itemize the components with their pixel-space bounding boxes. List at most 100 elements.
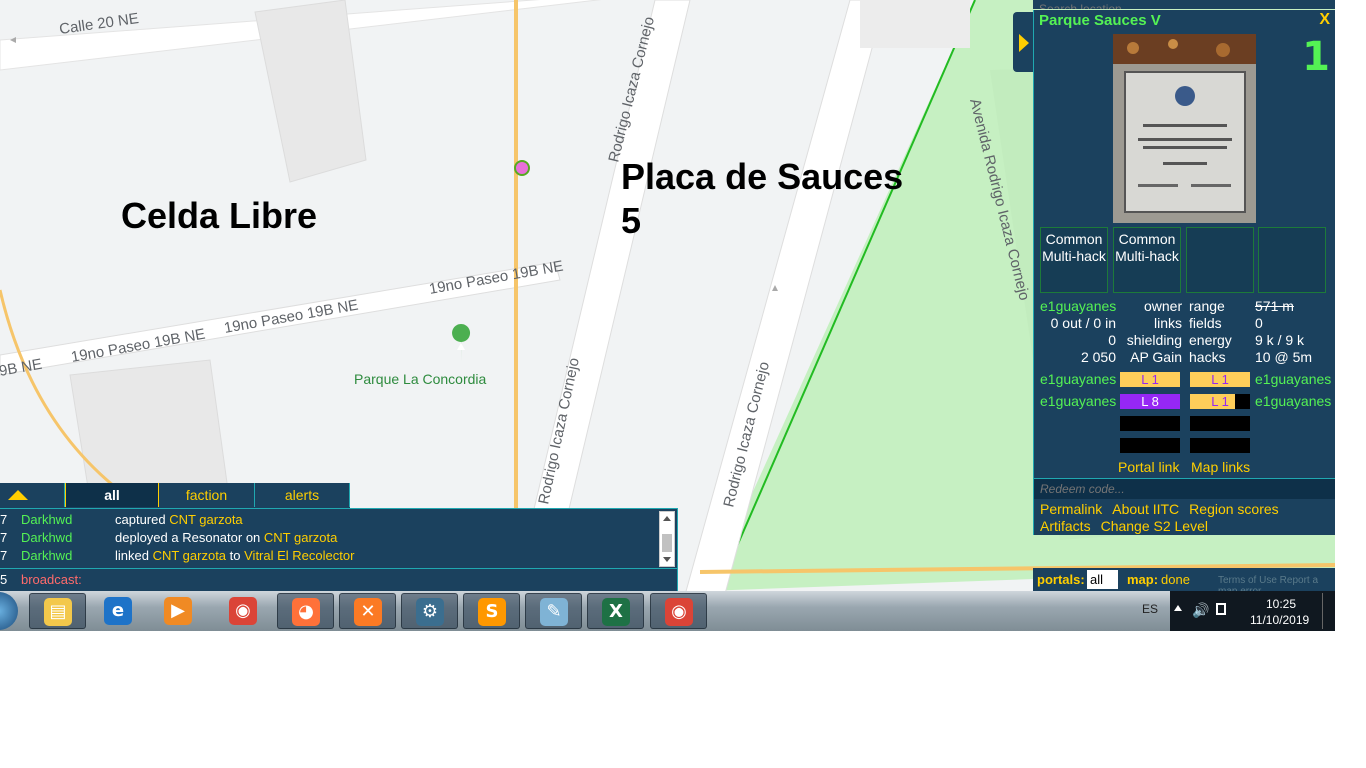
internet-explorer-icon: e <box>104 597 132 625</box>
language-indicator[interactable]: ES <box>1142 602 1158 616</box>
search-input[interactable] <box>1037 1 1291 9</box>
chat-portal-link[interactable]: CNT garzota <box>264 530 337 545</box>
chat-log: 7 Darkhwd captured CNT garzota 7 Darkhwd… <box>0 508 678 569</box>
permalink-link[interactable]: Permalink <box>1040 501 1102 517</box>
portal-marker[interactable] <box>514 160 530 176</box>
chat-player[interactable]: Darkhwd <box>21 547 72 565</box>
energy-label: energy <box>1189 332 1232 348</box>
artifacts-link[interactable]: Artifacts <box>1040 518 1091 534</box>
start-button[interactable] <box>0 592 18 630</box>
resonator-owner[interactable]: e1guayanes <box>1040 371 1116 388</box>
show-desktop-button[interactable] <box>1322 593 1335 629</box>
hacks-value: 10 @ 5m <box>1255 349 1313 365</box>
taskbar-app-button[interactable]: S <box>463 593 520 629</box>
volume-icon[interactable]: 🔊 <box>1192 602 1209 619</box>
map-status-bar: portals: all map: done Terms of Use Repo… <box>1033 568 1335 597</box>
tab-faction[interactable]: faction <box>159 483 255 507</box>
mod-slot[interactable]: Common Multi-hack <box>1040 227 1108 293</box>
show-hidden-icons-icon[interactable] <box>1174 605 1182 611</box>
media-player-icon: ▶ <box>164 597 192 625</box>
resonator-owner[interactable]: e1guayanes <box>1040 393 1116 410</box>
taskbar-app-button[interactable]: ✎ <box>525 593 582 629</box>
resonator-bar-empty <box>1190 416 1250 431</box>
scroll-thumb[interactable] <box>662 534 672 552</box>
portals-label: portals: <box>1037 572 1085 587</box>
network-icon[interactable] <box>1216 603 1226 615</box>
fields-value: 0 <box>1255 315 1263 331</box>
tab-alerts[interactable]: alerts <box>255 483 350 507</box>
mod-slot[interactable] <box>1258 227 1326 293</box>
taskbar-app-button[interactable]: ◉ <box>650 593 707 629</box>
chat-portal-link[interactable]: CNT garzota <box>153 548 226 563</box>
ap-gain-label: AP Gain <box>1130 349 1182 365</box>
taskbar-app-button[interactable]: e <box>90 593 147 629</box>
taskbar-app-button[interactable]: ⚙ <box>401 593 458 629</box>
mod-slot[interactable]: Common Multi-hack <box>1113 227 1181 293</box>
windows-taskbar: ▤ e ▶ ◉ ◕ ✕ ⚙ S ✎ X ◉ ES 🔊 10:25 11/10/2019 <box>0 591 1335 631</box>
caret-up-icon <box>8 490 28 500</box>
range-value: 571 m <box>1255 298 1294 314</box>
portal-level: 1 <box>1302 34 1330 80</box>
resonator-bar-empty <box>1120 438 1180 453</box>
search-location-box[interactable] <box>1033 0 1335 9</box>
resonator-bar: L 1 <box>1190 394 1250 409</box>
clock-date[interactable]: 11/10/2019 <box>1250 613 1309 627</box>
map-links[interactable]: Map links <box>1191 459 1250 476</box>
fields-label: fields <box>1189 315 1222 331</box>
chat-time: 5 <box>0 572 8 587</box>
taskbar-app-button[interactable]: ◕ <box>277 593 334 629</box>
about-iitc-link[interactable]: About IITC <box>1112 501 1179 517</box>
close-button[interactable]: X <box>1319 11 1330 29</box>
shielding-value: 0 <box>1108 332 1116 348</box>
owner-value[interactable]: e1guayanes <box>1040 298 1116 315</box>
map-label: map: <box>1127 572 1159 587</box>
taskbar-app-button[interactable]: ✕ <box>339 593 396 629</box>
region-scores-link[interactable]: Region scores <box>1189 501 1279 517</box>
map-status-value: done <box>1161 572 1190 587</box>
sublime-text-icon: S <box>478 598 506 626</box>
resonator-bar: L 8 <box>1120 394 1180 409</box>
scroll-up-arrow-icon[interactable] <box>663 516 671 521</box>
file-explorer-icon: ▤ <box>44 598 72 626</box>
chat-action: to <box>226 548 245 563</box>
chat-player[interactable]: Darkhwd <box>21 529 72 547</box>
sidebar-toggle-button[interactable] <box>1013 12 1033 72</box>
chat-player[interactable]: Darkhwd <box>21 511 72 529</box>
scroll-down-arrow-icon[interactable] <box>663 557 671 562</box>
portal-details-panel: Parque Sauces V X 1 Common Multi-hack Co… <box>1033 10 1335 535</box>
resonator-owner[interactable]: e1guayanes <box>1255 393 1331 410</box>
chat-input-bar[interactable]: 5 broadcast: <box>0 568 678 592</box>
expand-arrow-icon <box>1019 34 1029 52</box>
taskbar-app-button[interactable]: ◉ <box>215 593 272 629</box>
chat-action: captured <box>115 512 170 527</box>
chat-expand-button[interactable] <box>0 483 65 507</box>
portals-filter[interactable]: all <box>1087 570 1118 589</box>
hacks-label: hacks <box>1189 349 1226 365</box>
links-value: 0 out / 0 in <box>1050 315 1116 331</box>
change-s2-level-link[interactable]: Change S2 Level <box>1101 518 1208 534</box>
taskbar-app-button[interactable]: X <box>587 593 644 629</box>
mod-slot[interactable] <box>1186 227 1254 293</box>
portal-photo[interactable] <box>1113 34 1256 223</box>
chat-portal-link[interactable]: CNT garzota <box>169 512 242 527</box>
portal-title[interactable]: Parque Sauces V <box>1039 12 1161 29</box>
chat-action: linked <box>115 548 153 563</box>
plaque-label: Placa de Sauces 5 <box>621 156 904 241</box>
resonator-bar: L 1 <box>1190 372 1250 387</box>
taskbar-app-button[interactable]: ▶ <box>150 593 207 629</box>
chat-time: 7 <box>0 530 8 545</box>
owner-label: owner <box>1144 298 1183 314</box>
plaque-image <box>1113 34 1256 223</box>
resonator-owner[interactable]: e1guayanes <box>1255 371 1331 388</box>
resonator-bar-empty <box>1190 438 1250 453</box>
chat-scrollbar[interactable] <box>659 511 675 567</box>
clock-time[interactable]: 10:25 <box>1266 597 1296 611</box>
chat-portal-link[interactable]: Vitral El Recolector <box>244 548 354 563</box>
xampp-icon: ✕ <box>354 598 382 626</box>
taskbar-app-button[interactable]: ▤ <box>29 593 86 629</box>
chat-tabs: all faction alerts <box>0 483 350 508</box>
portal-link[interactable]: Portal link <box>1118 459 1179 476</box>
free-cell-label: Celda Libre <box>121 195 318 236</box>
tab-all[interactable]: all <box>65 483 159 507</box>
redeem-code-input[interactable] <box>1038 481 1332 497</box>
